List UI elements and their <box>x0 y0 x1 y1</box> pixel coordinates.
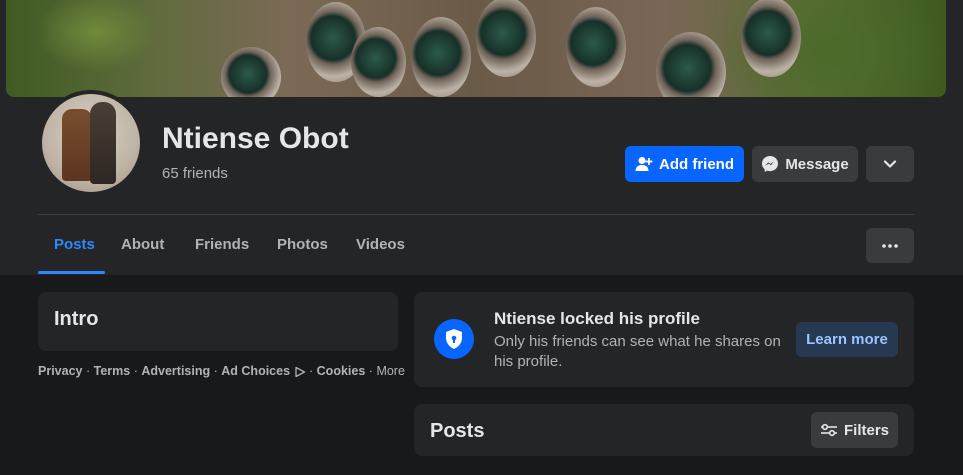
add-friend-label: Add friend <box>659 155 734 173</box>
tab-about[interactable]: About <box>121 236 164 253</box>
learn-more-button[interactable]: Learn more <box>796 322 898 357</box>
tabs-more-button[interactable] <box>866 228 914 263</box>
footer-ad-choices-link[interactable]: Ad Choices <box>221 364 290 378</box>
cover-feather-spot <box>566 7 626 87</box>
avatar-image <box>42 94 140 192</box>
sliders-icon <box>820 423 837 437</box>
message-label: Message <box>785 155 849 173</box>
footer-links: Privacy · Terms · Advertising · Ad Choic… <box>38 364 405 378</box>
footer-more-link[interactable]: More <box>376 364 404 378</box>
posts-title: Posts <box>430 420 485 442</box>
active-tab-indicator <box>38 271 105 274</box>
cover-feather-spot <box>656 32 726 97</box>
footer-advertising-link[interactable]: Advertising <box>141 364 210 378</box>
footer-separator: · <box>213 364 218 378</box>
person-plus-icon <box>635 157 653 171</box>
shield-lock-icon <box>434 319 474 359</box>
ad-choices-icon <box>294 366 305 378</box>
footer-separator: · <box>133 364 138 378</box>
profile-options-button[interactable] <box>866 146 914 182</box>
intro-title: Intro <box>54 308 99 330</box>
profile-name: Ntiense Obot <box>162 122 349 155</box>
message-button[interactable]: Message <box>752 146 858 182</box>
filters-button[interactable]: Filters <box>811 412 898 448</box>
chevron-down-icon <box>883 160 897 168</box>
messenger-icon <box>762 156 779 172</box>
cover-feather-spot <box>351 27 406 97</box>
header-divider <box>38 214 914 215</box>
filters-label: Filters <box>843 421 889 439</box>
friends-count[interactable]: 65 friends <box>162 165 228 182</box>
cover-photo[interactable] <box>6 0 946 97</box>
locked-profile-description: Only his friends can see what he shares … <box>494 333 781 370</box>
tab-posts[interactable]: Posts <box>54 236 95 253</box>
locked-profile-title: Ntiense locked his profile <box>494 309 700 328</box>
tab-friends[interactable]: Friends <box>195 236 249 253</box>
cover-feather-spot <box>741 0 801 77</box>
cover-feather-spot <box>221 47 281 97</box>
footer-cookies-link[interactable]: Cookies <box>317 364 366 378</box>
add-friend-button[interactable]: Add friend <box>625 146 744 182</box>
tab-videos[interactable]: Videos <box>356 236 405 253</box>
cover-feather-spot <box>411 17 471 97</box>
avatar-figure <box>90 102 116 184</box>
avatar-figure <box>62 109 92 181</box>
footer-separator: · <box>309 364 314 378</box>
footer-terms-link[interactable]: Terms <box>94 364 131 378</box>
footer-privacy-link[interactable]: Privacy <box>38 364 82 378</box>
ellipsis-icon <box>882 243 898 248</box>
footer-separator: · <box>85 364 91 378</box>
cover-feather-spot <box>476 0 536 77</box>
tab-photos[interactable]: Photos <box>277 236 328 253</box>
footer-separator: · <box>368 364 373 378</box>
avatar[interactable] <box>38 90 144 196</box>
